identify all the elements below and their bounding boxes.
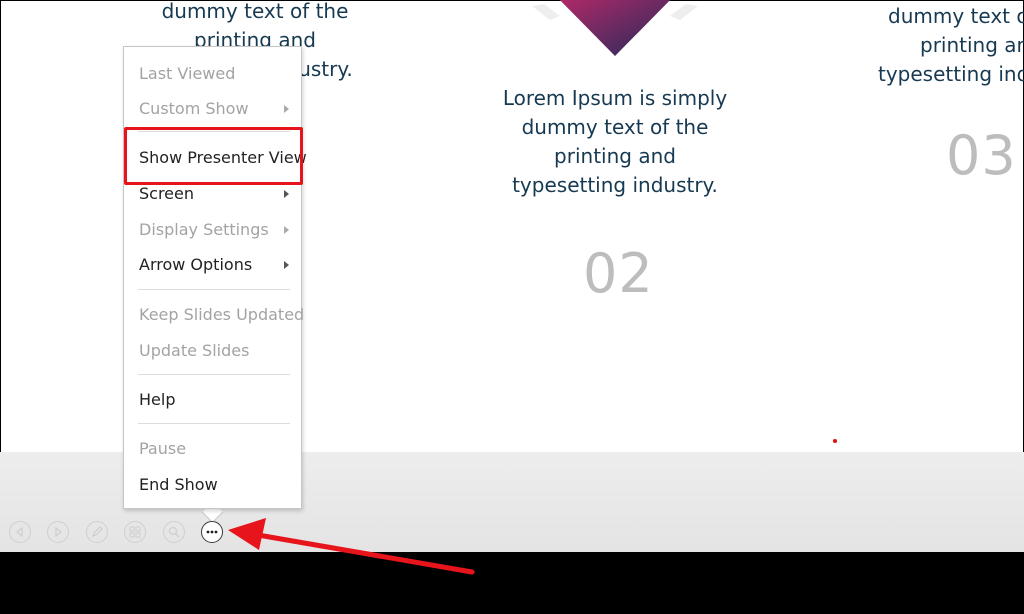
annotation-arrow-icon xyxy=(228,518,475,575)
